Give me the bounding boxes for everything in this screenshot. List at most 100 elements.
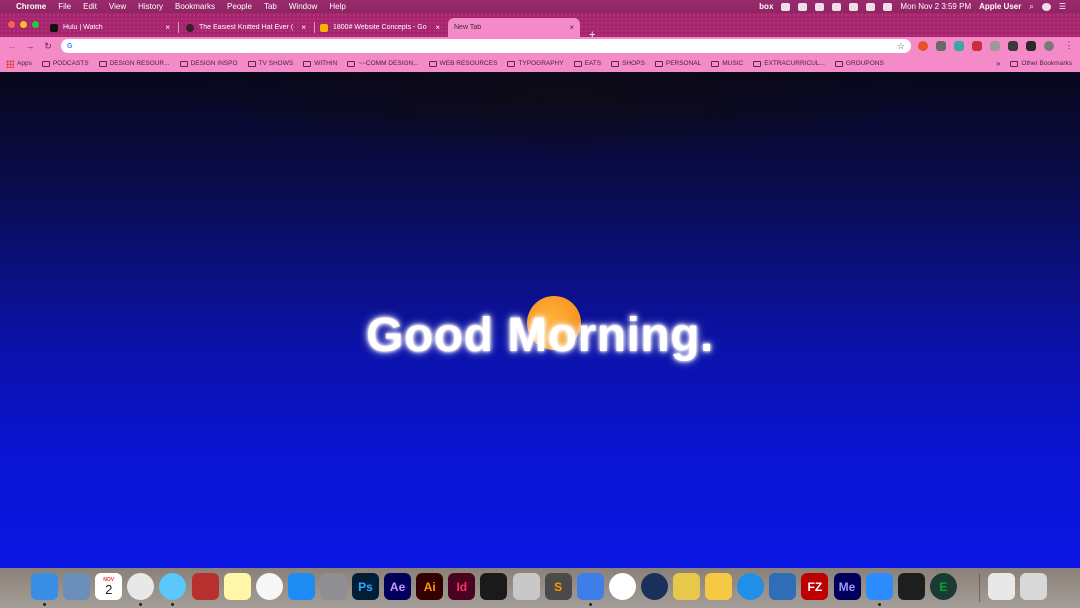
bookmark-folder-within[interactable]: WITHIN <box>303 60 337 67</box>
dock-figma-icon[interactable] <box>897 573 925 600</box>
menu-file[interactable]: File <box>58 2 71 11</box>
menu-edit[interactable]: Edit <box>83 2 97 11</box>
extension-dark-icon[interactable] <box>1026 41 1036 51</box>
bookmark-folder-typography[interactable]: TYPOGRAPHY <box>507 60 564 67</box>
bookmark-folder-extracurricular[interactable]: EXTRACURRICUL... <box>753 60 825 67</box>
dock-media-encoder-icon[interactable]: Me <box>833 573 861 600</box>
dock-slack-icon[interactable] <box>608 573 636 600</box>
new-tab-page: Good Morning. <box>0 72 1080 568</box>
cloud-sync-icon[interactable] <box>781 2 791 11</box>
dock-super-mario-icon[interactable] <box>673 573 700 600</box>
dock-app-store-icon[interactable] <box>287 573 315 600</box>
close-tab-icon[interactable]: × <box>165 23 170 32</box>
browser-toolbar: ← → ↻ G ☆ ⋮ <box>0 37 1080 55</box>
forward-arrow-icon[interactable]: → <box>21 41 39 51</box>
menu-user[interactable]: Apple User <box>979 2 1021 11</box>
reload-icon[interactable]: ↻ <box>39 41 57 52</box>
minimize-window-button[interactable] <box>20 21 27 28</box>
bookmark-folder-podcasts[interactable]: PODCASTS <box>41 60 89 67</box>
bookmark-apps[interactable]: Apps <box>6 59 32 68</box>
extensions-puzzle-icon[interactable] <box>1008 41 1018 51</box>
back-arrow-icon[interactable]: ← <box>3 41 21 51</box>
tab-new-tab[interactable]: New Tab × <box>448 18 580 37</box>
menu-app-name[interactable]: Chrome <box>16 2 46 11</box>
profile-avatar[interactable] <box>1044 41 1054 51</box>
extension-red-icon[interactable] <box>918 41 928 51</box>
bookmark-folder-personal[interactable]: PERSONAL <box>654 60 701 67</box>
dock-disk-utility-icon[interactable] <box>512 573 540 600</box>
bookmark-folder-other[interactable]: Other Bookmarks <box>1010 60 1072 67</box>
tab-website-concepts[interactable]: 1800# Website Concepts - Go × <box>314 18 446 37</box>
bookmark-folder-music[interactable]: MUSIC <box>711 60 743 67</box>
extension-light-icon[interactable] <box>990 41 1000 51</box>
bookmark-star-icon[interactable]: ☆ <box>897 41 905 52</box>
menu-bookmarks[interactable]: Bookmarks <box>175 2 215 11</box>
dock-filezilla-icon[interactable]: FZ <box>801 573 829 600</box>
dock-illustrator-icon[interactable]: Ai <box>416 573 444 600</box>
dock-sublime-text-icon[interactable]: S <box>544 573 572 600</box>
notification-center-icon[interactable]: ☰ <box>1059 2 1066 11</box>
time-machine-icon[interactable] <box>798 2 808 11</box>
spotlight-search-icon[interactable]: ⌕ <box>1029 2 1033 12</box>
bookmark-folder-design-inspo[interactable]: DESIGN INSPO <box>179 60 238 67</box>
dock-chrome-icon[interactable] <box>127 573 155 600</box>
bookmark-folder-shops[interactable]: SHOPS <box>611 60 645 67</box>
close-window-button[interactable] <box>8 21 15 28</box>
chrome-menu-icon[interactable]: ⋮ <box>1060 40 1078 51</box>
battery-icon[interactable] <box>866 2 876 11</box>
menu-clock[interactable]: Mon Nov 2 3:59 PM <box>900 2 971 11</box>
dock-system-preferences-icon[interactable] <box>319 573 347 600</box>
dock-preview-icon[interactable] <box>63 573 91 600</box>
bookmark-label: DESIGN RESOUR... <box>109 60 170 67</box>
bookmark-folder-tv-shows[interactable]: TV SHOWS <box>247 60 293 67</box>
dock-notes-icon[interactable] <box>223 573 251 600</box>
dock-spark-icon[interactable] <box>576 573 604 600</box>
input-source-icon[interactable] <box>883 2 893 11</box>
siri-icon[interactable] <box>1041 2 1051 11</box>
dock-after-effects-icon[interactable]: Ae <box>384 573 412 600</box>
bookmark-folder-web-resources[interactable]: WEB RESOURCES <box>428 60 497 67</box>
dock-cyberduck-icon[interactable] <box>705 573 733 600</box>
dock-photoshop-icon[interactable]: Ps <box>352 573 379 600</box>
dock-safari-icon[interactable] <box>737 573 765 600</box>
dock-finder-icon[interactable] <box>31 573 58 600</box>
bookmarks-overflow-chevron-icon[interactable]: » <box>996 59 1000 68</box>
address-bar[interactable]: G ☆ <box>61 39 911 53</box>
dock-documents-icon[interactable] <box>988 573 1015 600</box>
zoom-window-button[interactable] <box>32 21 39 28</box>
close-tab-icon[interactable]: × <box>301 23 306 32</box>
apps-grid-icon <box>6 59 14 68</box>
dock-evernote-icon[interactable]: E <box>929 573 957 600</box>
dock-transmit-icon[interactable] <box>769 573 797 600</box>
menu-help[interactable]: Help <box>329 2 345 11</box>
menu-view[interactable]: View <box>109 2 126 11</box>
bookmark-folder-comm-design[interactable]: ~~COMM DESIGN... <box>347 60 419 67</box>
close-tab-icon[interactable]: × <box>569 23 574 32</box>
extension-pdf-icon[interactable] <box>972 41 982 51</box>
dock-indesign-icon[interactable]: Id <box>448 573 476 600</box>
bluetooth-icon[interactable] <box>815 2 825 11</box>
dock-music-icon[interactable] <box>255 573 283 600</box>
tab-knitted-hat[interactable]: The Easiest Knitted Hat Ever ( × <box>180 18 312 37</box>
dock-messages-icon[interactable] <box>159 573 187 600</box>
dock-cinema4d-icon[interactable] <box>640 573 668 600</box>
bookmark-folder-design-resources[interactable]: DESIGN RESOUR... <box>98 60 170 67</box>
dock-trash-icon[interactable] <box>1020 573 1047 600</box>
menu-window[interactable]: Window <box>289 2 317 11</box>
menu-history[interactable]: History <box>138 2 163 11</box>
box-status-icon[interactable]: box <box>759 2 773 11</box>
extension-teal-icon[interactable] <box>954 41 964 51</box>
dock-zoom-icon[interactable] <box>865 573 893 600</box>
extension-grey-icon[interactable] <box>936 41 946 51</box>
menu-people[interactable]: People <box>227 2 252 11</box>
bookmark-folder-groupons[interactable]: GROUPONS <box>834 60 884 67</box>
bookmark-folder-eats[interactable]: EATS <box>573 60 601 67</box>
tab-hulu[interactable]: Hulu | Watch × <box>44 18 176 37</box>
wifi-icon[interactable] <box>832 2 842 11</box>
dock-acrobat-icon[interactable] <box>480 573 508 600</box>
dock-photo-booth-icon[interactable] <box>191 573 219 600</box>
volume-icon[interactable] <box>849 2 859 11</box>
menu-tab[interactable]: Tab <box>264 2 277 11</box>
close-tab-icon[interactable]: × <box>435 23 440 32</box>
dock-calendar-icon[interactable]: NOV 2 <box>95 573 123 600</box>
